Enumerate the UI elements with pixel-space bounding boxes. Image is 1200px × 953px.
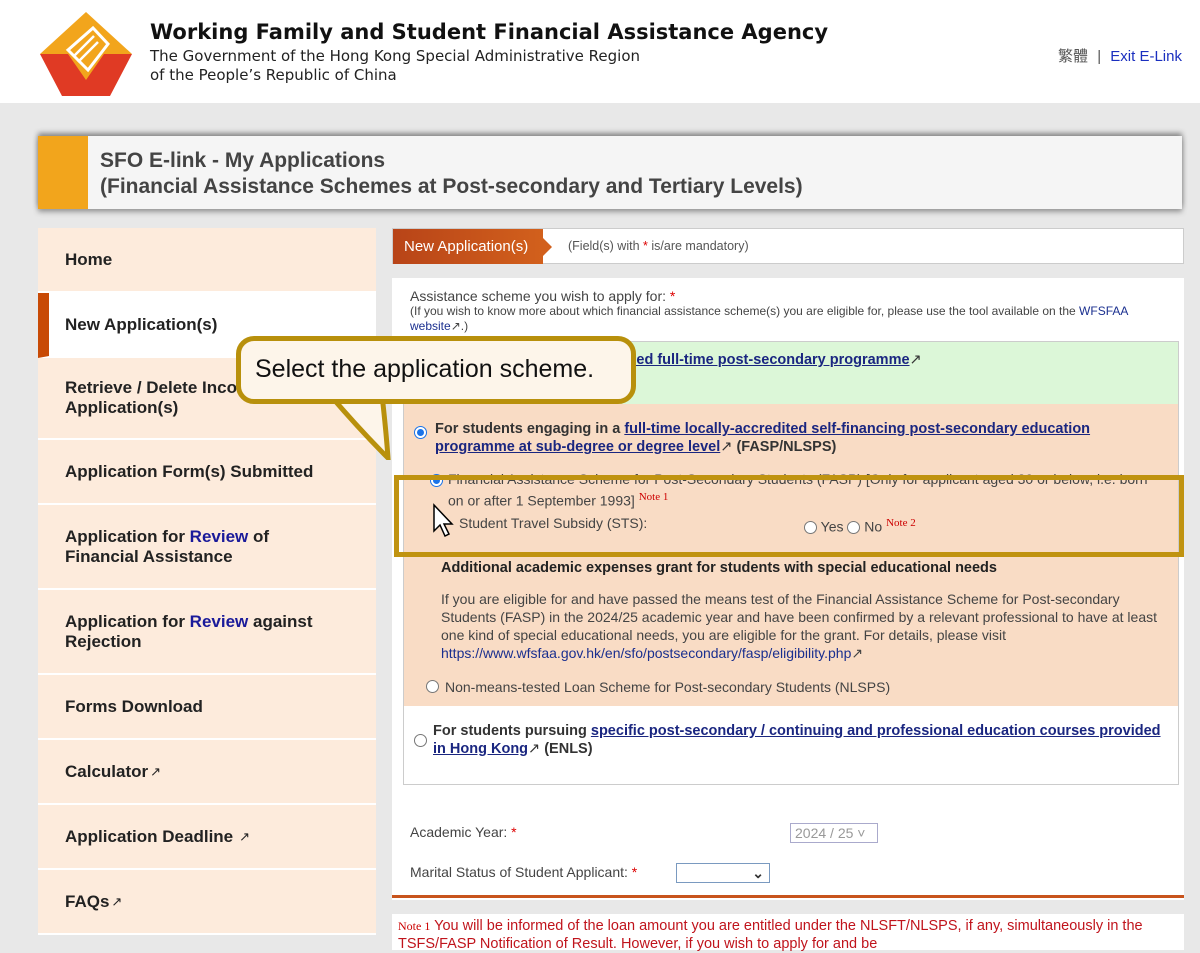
notes-section: Note 1 You will be informed of the loan …: [392, 914, 1184, 952]
external-link-icon: ↗: [111, 893, 123, 909]
external-link-icon: ↗: [909, 352, 922, 368]
radio-nlsps[interactable]: [426, 680, 439, 694]
page-banner: SFO E-link - My Applications (Financial A…: [38, 136, 1182, 209]
external-link-icon: ↗: [720, 439, 733, 455]
gov-line-1: The Government of the Hong Kong Special …: [150, 47, 641, 65]
divider: [392, 895, 1184, 898]
language-link[interactable]: 繁體: [1058, 48, 1088, 65]
eligibility-link[interactable]: https://www.wfsfaa.gov.hk/en/sfo/postsec…: [441, 645, 851, 661]
radio-fasp-nlsps[interactable]: [414, 426, 427, 439]
external-link-icon: ↗: [150, 763, 162, 779]
page-subtitle: (Financial Assistance Schemes at Post-se…: [100, 175, 803, 198]
marital-status-label: Marital Status of Student Applicant: *: [410, 864, 638, 880]
academic-year-select[interactable]: 2024 / 25 ˅: [790, 823, 878, 843]
mandatory-hint: (Field(s) with * is/are mandatory): [568, 239, 749, 253]
scheme-question: Assistance scheme you wish to apply for:…: [410, 288, 676, 304]
option-enls: For students pursuing specific post-seco…: [404, 705, 1178, 784]
separator: |: [1097, 48, 1102, 65]
external-link-icon: ↗: [239, 828, 251, 844]
site-header: Working Family and Student Financial Ass…: [0, 0, 1200, 103]
sidebar-item-review-rejection[interactable]: Application for Review against Rejection: [38, 590, 376, 675]
marital-status-select[interactable]: ⌄: [676, 863, 770, 883]
sidebar-item-review-financial[interactable]: Application for Review of Financial Assis…: [38, 505, 376, 590]
sidebar-item-deadline[interactable]: Application Deadline ↗: [38, 805, 376, 870]
exit-elink-link[interactable]: Exit E-Link: [1110, 48, 1182, 65]
sen-text: If you are eligible for and have passed …: [441, 590, 1157, 661]
tutorial-callout: Select the application scheme.: [236, 336, 636, 404]
wfsfaa-logo: [40, 12, 132, 96]
sidebar-item-home[interactable]: Home: [38, 228, 376, 293]
nlsps-label: Non-means-tested Loan Scheme for Post-se…: [445, 678, 891, 695]
tab-new-applications[interactable]: New Application(s): [393, 229, 552, 264]
academic-year-label: Academic Year: *: [410, 824, 517, 840]
sidebar: Home New Application(s) Retrieve / Delet…: [38, 228, 376, 935]
gov-line-2: of the People’s Republic of China: [150, 66, 397, 84]
banner-accent: [38, 136, 88, 209]
scheme-hint: (If you wish to know more about which fi…: [410, 304, 1128, 333]
sidebar-item-forms-download[interactable]: Forms Download: [38, 675, 376, 740]
sen-title: Additional academic expenses grant for s…: [441, 559, 997, 576]
page-title: SFO E-link - My Applications: [100, 149, 386, 172]
sidebar-item-calculator[interactable]: Calculator ↗: [38, 740, 376, 805]
highlight-box: [394, 475, 1184, 557]
main-content: New Application(s) (Field(s) with * is/a…: [392, 228, 1184, 900]
mouse-cursor-icon: [433, 503, 454, 538]
radio-enls[interactable]: [414, 733, 427, 747]
sidebar-item-faqs[interactable]: FAQs ↗: [38, 870, 376, 935]
agency-name: Working Family and Student Financial Ass…: [150, 20, 829, 44]
